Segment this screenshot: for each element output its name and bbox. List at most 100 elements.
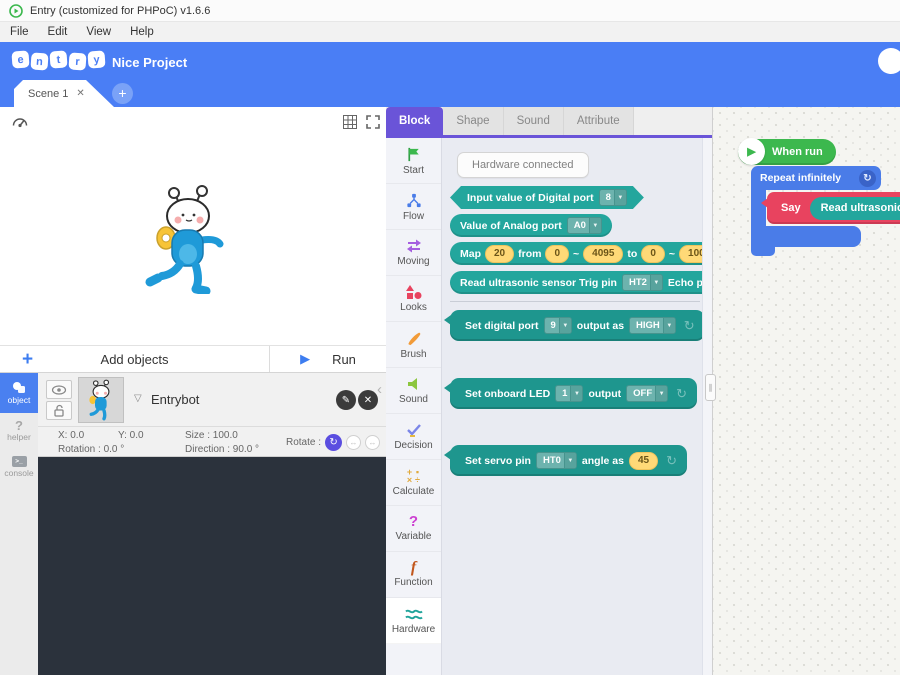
script-workspace[interactable]: ▶ When run Repeat infinitely ↻ Say Read … [712, 107, 900, 675]
analog-port-dropdown[interactable]: A0 ▼ [567, 217, 602, 234]
map-inmax-input[interactable]: 4095 [583, 245, 623, 263]
start-flag-icon [405, 146, 423, 163]
grid-toggle-icon[interactable] [342, 114, 358, 130]
expand-stage-icon[interactable] [365, 114, 381, 130]
lock-toggle-button[interactable] [46, 401, 72, 420]
sidebar-tab-console[interactable]: >_ console [0, 449, 38, 485]
pencil-icon: ✎ [342, 395, 350, 406]
hardware-connected-button[interactable]: Hardware connected [457, 152, 589, 178]
say-value-block[interactable]: Read ultrasonic sensor [810, 197, 900, 220]
menu-edit[interactable]: Edit [48, 26, 68, 38]
lock-icon [52, 404, 66, 418]
block-say[interactable]: Say Read ultrasonic sensor [767, 192, 900, 224]
trig-pin-dropdown[interactable]: HT2 ▼ [622, 274, 663, 291]
block-map[interactable]: Map 20 from 0 ~ 4095 to 0 ~ 100 [450, 242, 712, 265]
object-properties: X: 0.0 Y: 0.0 Size : 100.0 Rotation : 0.… [38, 427, 386, 457]
digital-port-dropdown[interactable]: 8 ▼ [599, 189, 627, 206]
dropdown-arrow-icon: ▼ [589, 218, 601, 233]
object-name[interactable]: Entrybot [151, 392, 199, 407]
sidebar-tab-object[interactable]: object [0, 373, 38, 413]
servo-pin-dropdown[interactable]: HT0 ▼ [536, 452, 577, 469]
loop-icon: ↻ [666, 453, 677, 469]
map-inmin-input[interactable]: 0 [545, 245, 569, 263]
entrybot-sprite[interactable] [138, 182, 238, 294]
delete-object-button[interactable]: ✕ [358, 390, 378, 410]
map-value-input[interactable]: 20 [485, 245, 514, 263]
dropdown-arrow-icon: ▼ [650, 275, 662, 290]
visibility-toggle-button[interactable] [46, 380, 72, 399]
category-flow[interactable]: Flow [386, 184, 441, 230]
no-rotate-button[interactable]: ↔ [365, 435, 380, 450]
palette-divider [450, 301, 700, 302]
prop-direction[interactable]: Direction : 90.0 ° [185, 444, 259, 455]
loop-icon: ↻ [684, 318, 695, 334]
category-decision[interactable]: Decision [386, 414, 441, 460]
object-list-row[interactable]: ▽ Entrybot ✎ ✕ ‹ [38, 373, 386, 427]
chevron-down-icon[interactable]: ▽ [134, 393, 142, 404]
block-digital-input[interactable]: Input value of Digital port 8 ▼ [450, 186, 644, 209]
add-scene-button[interactable]: + [112, 83, 133, 104]
collapse-panel-icon[interactable]: ‹ [377, 381, 382, 398]
tab-attribute[interactable]: Attribute [564, 107, 634, 135]
category-moving[interactable]: Moving [386, 230, 441, 276]
entry-app-icon [9, 4, 23, 18]
palette-scrollbar[interactable] [702, 138, 712, 675]
rotate-mode-button[interactable]: ↻ [325, 434, 342, 451]
menu-file[interactable]: File [10, 26, 29, 38]
entry-logo[interactable]: e n t r y [12, 52, 105, 69]
prop-size[interactable]: Size : 100.0 [185, 430, 238, 441]
add-objects-button[interactable]: + Add objects [0, 346, 270, 372]
entrybot-thumbnail-icon [82, 379, 120, 421]
category-function[interactable]: f Function [386, 552, 441, 598]
rotate-controls: Rotate : ↻ ↔ ↔ [286, 434, 380, 451]
scene-tab-label: Scene 1 [28, 88, 68, 100]
category-start[interactable]: Start [386, 138, 441, 184]
block-set-led[interactable]: Set onboard LED 1 ▼ output OFF ▼ ↻ [450, 378, 697, 409]
logo-letter: t [49, 50, 67, 68]
loop-icon: ↻ [676, 386, 687, 402]
sidebar-tab-helper[interactable]: ? helper [0, 413, 38, 449]
flip-horizontal-button[interactable]: ↔ [346, 435, 361, 450]
category-hardware[interactable]: Hardware [386, 598, 441, 644]
scene-tab[interactable]: Scene 1 ✕ [14, 80, 114, 107]
prop-y[interactable]: Y: 0.0 [118, 430, 144, 441]
servo-angle-input[interactable]: 45 [629, 452, 658, 470]
digital-out-value-dropdown[interactable]: HIGH ▼ [629, 317, 676, 334]
block-set-servo[interactable]: Set servo pin HT0 ▼ angle as 45 ↻ [450, 445, 687, 476]
project-name[interactable]: Nice Project [112, 55, 187, 70]
tab-sound[interactable]: Sound [504, 107, 564, 135]
speed-gauge-icon[interactable] [10, 112, 30, 132]
block-analog-input[interactable]: Value of Analog port A0 ▼ [450, 214, 612, 237]
menu-view[interactable]: View [86, 26, 111, 38]
block-when-run[interactable]: ▶ When run [738, 139, 836, 165]
tab-shape[interactable]: Shape [443, 107, 503, 135]
category-brush[interactable]: Brush [386, 322, 441, 368]
tab-block[interactable]: Block [386, 107, 443, 135]
tab-spacer [634, 107, 712, 135]
header-user-button[interactable] [878, 48, 900, 74]
edit-object-button[interactable]: ✎ [336, 390, 356, 410]
map-outmin-input[interactable]: 0 [641, 245, 665, 263]
led-value-dropdown[interactable]: OFF ▼ [626, 385, 668, 402]
object-shapes-icon [11, 381, 27, 394]
prop-x[interactable]: X: 0.0 [58, 430, 84, 441]
panel-resize-handle[interactable]: ∥ [705, 374, 716, 401]
block-set-digital[interactable]: Set digital port 9 ▼ output as HIGH ▼ ↻ [450, 310, 705, 341]
digital-out-port-dropdown[interactable]: 9 ▼ [544, 317, 572, 334]
scene-close-icon[interactable]: ✕ [76, 88, 84, 99]
menu-help[interactable]: Help [130, 26, 154, 38]
block-repeat-infinitely[interactable]: Repeat infinitely ↻ [751, 166, 881, 190]
led-number-dropdown[interactable]: 1 ▼ [555, 385, 583, 402]
repeat-bottom-bar[interactable] [751, 226, 861, 247]
prop-rotation[interactable]: Rotation : 0.0 ° [58, 444, 124, 455]
category-variable[interactable]: ? Variable [386, 506, 441, 552]
repeat-loop-icon: ↻ [859, 170, 876, 187]
category-sound[interactable]: Sound [386, 368, 441, 414]
block-ultrasonic-read[interactable]: Read ultrasonic sensor Trig pin HT2 ▼ Ec… [450, 271, 712, 294]
category-looks[interactable]: Looks [386, 276, 441, 322]
eye-icon [51, 385, 67, 395]
category-calculate[interactable]: +▪×÷ Calculate [386, 460, 441, 506]
object-thumbnail[interactable] [78, 377, 124, 423]
dropdown-arrow-icon: ▼ [614, 190, 626, 205]
run-button[interactable]: ▶ Run [270, 346, 386, 372]
